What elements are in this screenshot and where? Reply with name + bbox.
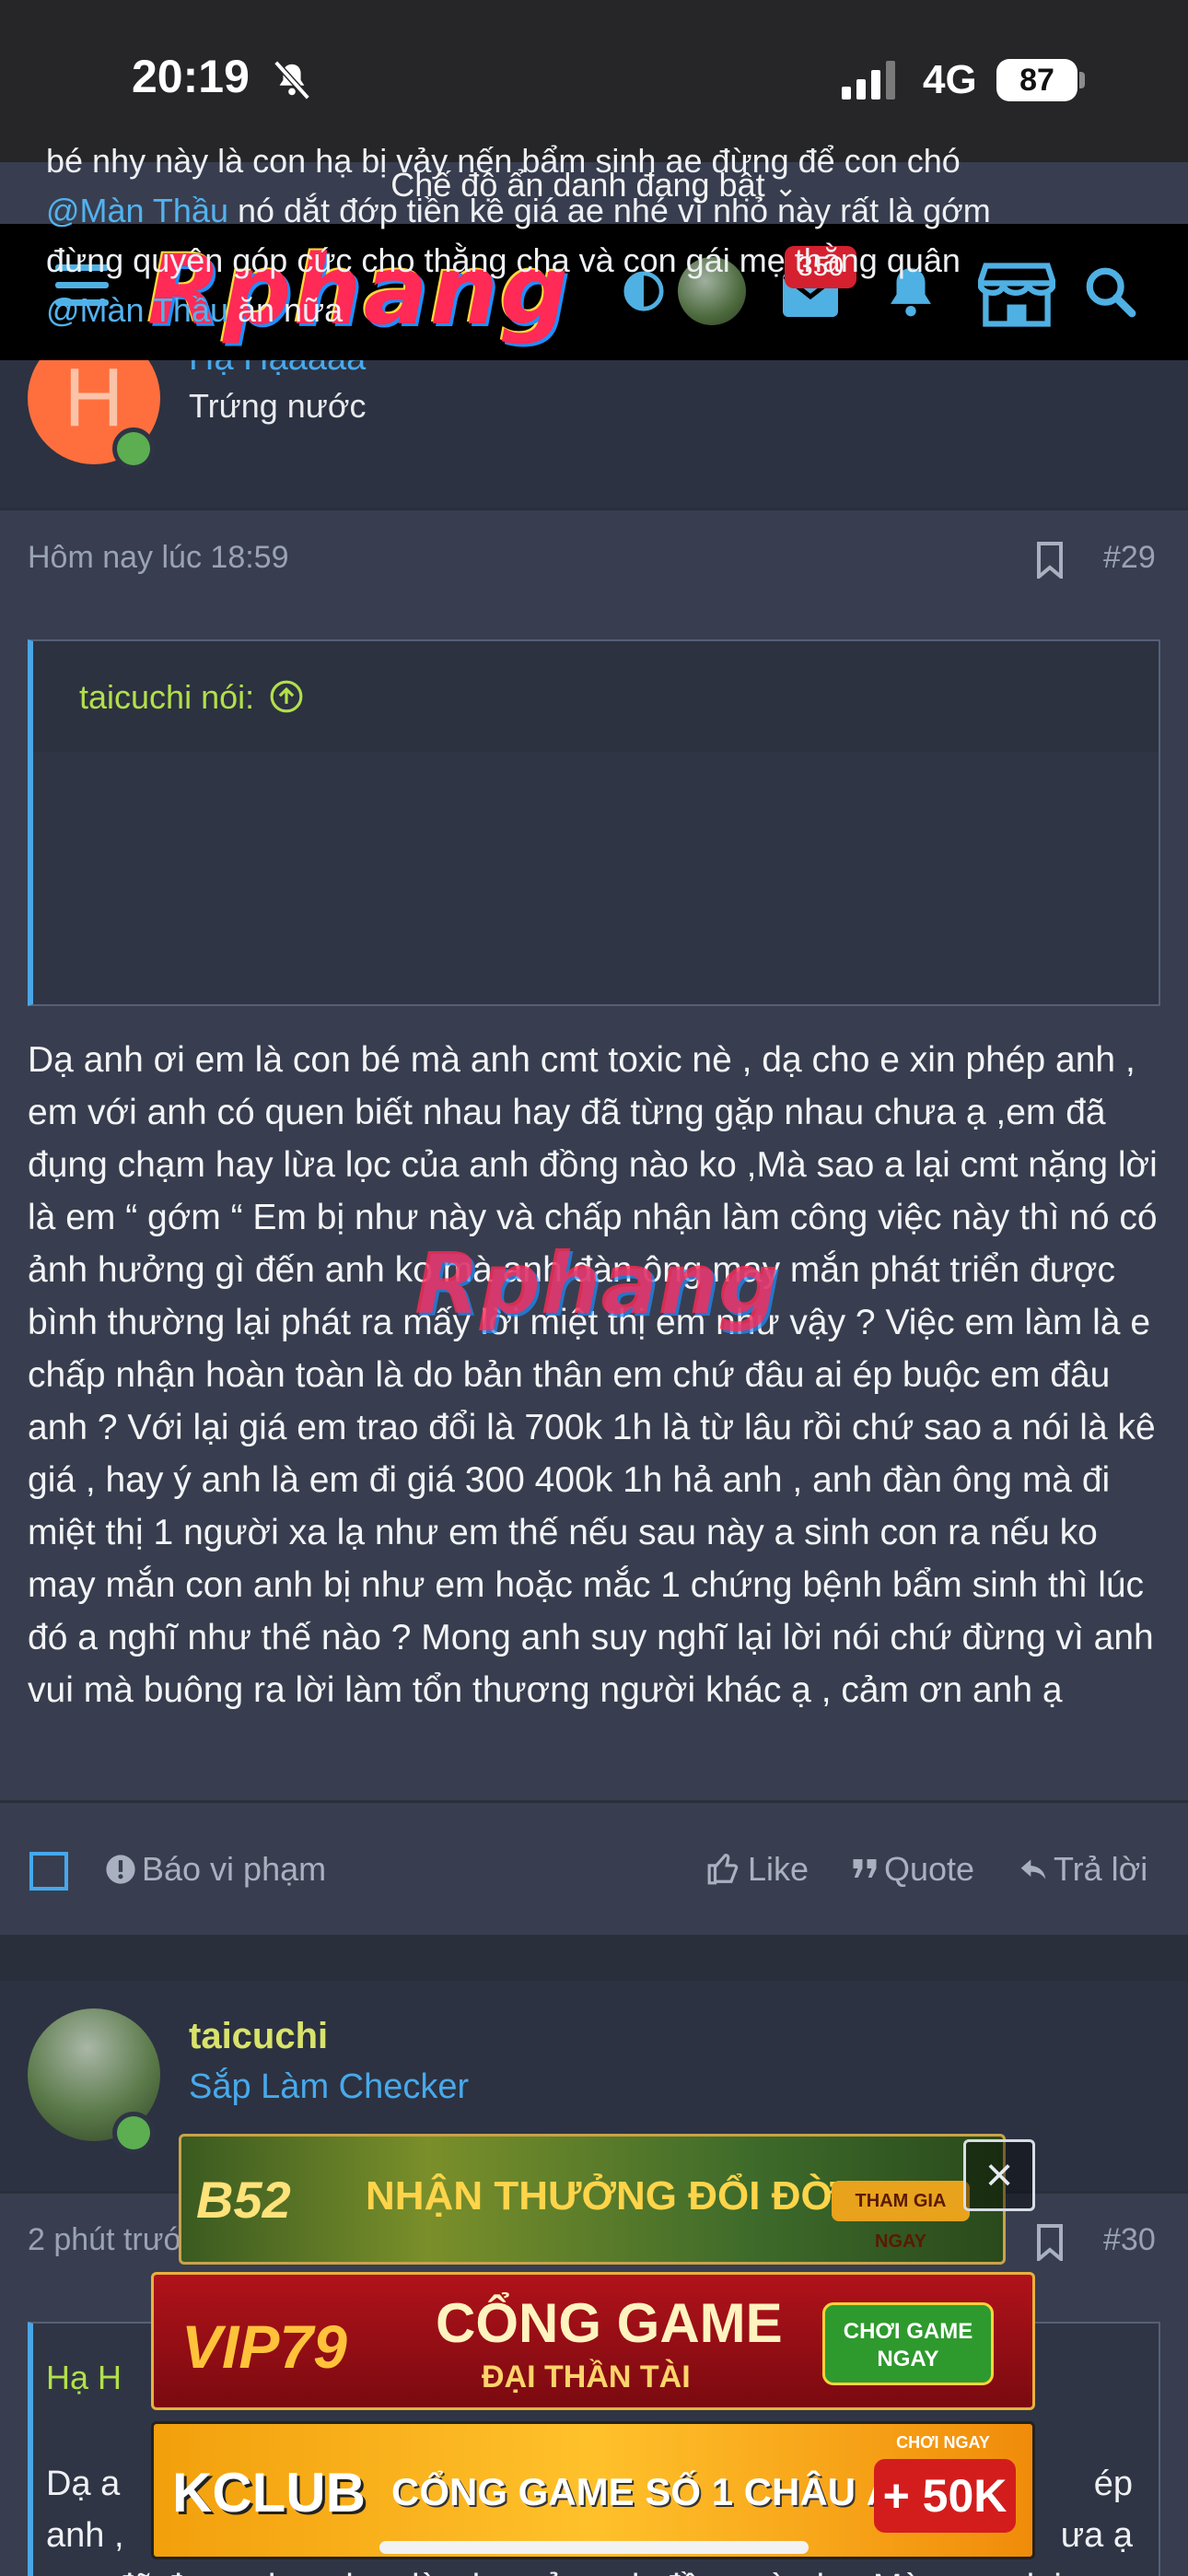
quote-content: bé nhy này là con hạ bị vảy nến bẩm sinh… [46, 136, 1105, 335]
post-body: Dạ anh ơi em là con bé mà anh cmt toxic … [28, 1040, 1158, 1710]
watermark-logo: Rphang [414, 1235, 779, 1333]
quote-button[interactable]: Quote [851, 1850, 974, 1889]
network-type: 4G [923, 57, 977, 102]
report-button[interactable]: Báo vi phạm [105, 1850, 326, 1889]
quote-line-end: ưa ạ [1060, 2516, 1133, 2555]
alert-icon [106, 1855, 135, 1884]
close-ad-button[interactable]: × [963, 2139, 1035, 2211]
section-gap [0, 1935, 1188, 1981]
post-timestamp[interactable]: Hôm nay lúc 18:59 [28, 540, 289, 576]
signal-icon [842, 61, 895, 100]
bookmark-icon[interactable] [1035, 542, 1065, 579]
ad-banner-kclub[interactable]: KCLUB CỔNG GAME SỐ 1 CHÂU Á CHƠI NGAY + … [151, 2421, 1035, 2559]
report-label: Báo vi phạm [142, 1850, 327, 1888]
reply-icon [1020, 1859, 1046, 1879]
bookmark-icon[interactable] [1035, 2224, 1065, 2261]
quote-line: nó dắt đớp tiền kê giá ae nhé vì nhỏ này… [227, 192, 991, 229]
ad-subheadline: ĐẠI THẦN TÀI [482, 2359, 691, 2395]
quote-line: anh , [46, 2516, 124, 2555]
status-time: 20:19 [132, 51, 250, 102]
post-author-title: Trứng nước [189, 387, 367, 425]
quote-author[interactable]: Hạ H [46, 2359, 122, 2397]
online-status-icon [112, 2112, 155, 2154]
quote-line: ăn nữa [227, 291, 344, 329]
quote-line: ,em đã đụng chạm hay lừa lọc của anh đồn… [46, 2568, 1062, 2576]
ad-brand: B52 [196, 2171, 291, 2229]
post-author-name[interactable]: taicuchi [189, 2016, 328, 2057]
like-button[interactable]: Like [705, 1850, 809, 1889]
post-number[interactable]: #30 [1103, 2222, 1156, 2258]
ad-brand: KCLUB [172, 2462, 366, 2523]
ad-cta: CHƠI GAME NGAY [822, 2302, 994, 2385]
mention-link[interactable]: @Màn Thầu [46, 192, 228, 229]
battery-level: 87 [996, 59, 1077, 101]
quote-icon [853, 1859, 877, 1878]
ad-headline: CỔNG GAME SỐ 1 CHÂU Á [391, 2470, 895, 2513]
quote-label: Quote [884, 1850, 975, 1888]
quote-line-end: ép [1093, 2465, 1133, 2503]
quote-block: taicuchi nói: [28, 639, 1160, 1006]
bell-off-icon [274, 60, 310, 100]
quote-line: Dạ a [46, 2465, 121, 2503]
quote-line: bé nhy này là con hạ bị vảy nến bẩm sinh… [46, 142, 961, 180]
arrow-up-circle-icon[interactable] [269, 679, 304, 714]
divider [0, 1800, 1188, 1803]
quote-line: đừng quyên góp cức cho thằng cha và con … [46, 241, 961, 279]
ad-cta: + 50K [874, 2459, 1016, 2533]
post-author-title: Sắp Làm Checker [189, 2067, 470, 2106]
home-indicator[interactable] [379, 2541, 809, 2554]
reply-button[interactable]: Trả lời [1019, 1850, 1147, 1889]
mention-link[interactable]: @Màn Thầu [46, 291, 228, 329]
like-label: Like [748, 1850, 809, 1888]
post-number[interactable]: #29 [1103, 540, 1156, 576]
online-status-icon [112, 427, 155, 470]
ad-headline: CỔNG GAME [436, 2292, 783, 2354]
quote-author[interactable]: taicuchi nói: [79, 678, 254, 716]
ad-cta-label: CHƠI NGAY [896, 2433, 990, 2452]
select-post-checkbox[interactable] [29, 1852, 68, 1891]
ad-brand: VIP79 [181, 2313, 347, 2381]
reply-label: Trả lời [1054, 1850, 1148, 1888]
post-author-card [0, 360, 1188, 508]
battery-cap [1079, 72, 1085, 88]
ad-cta: THAM GIA NGAY [832, 2181, 970, 2252]
divider [0, 508, 1188, 510]
ad-banner-b52[interactable]: B52 NHẬN THƯỞNG ĐỔI ĐỜI THAM GIA NGAY [179, 2134, 1006, 2265]
ad-banner-vip79[interactable]: VIP79 CỔNG GAME ĐẠI THẦN TÀI CHƠI GAME N… [151, 2272, 1035, 2410]
quote-header: taicuchi nói: [33, 641, 1159, 752]
ad-headline: NHẬN THƯỞNG ĐỔI ĐỜI [366, 2173, 847, 2219]
thumbs-up-icon [707, 1854, 739, 1885]
post-timestamp[interactable]: 2 phút trước [28, 2222, 200, 2258]
